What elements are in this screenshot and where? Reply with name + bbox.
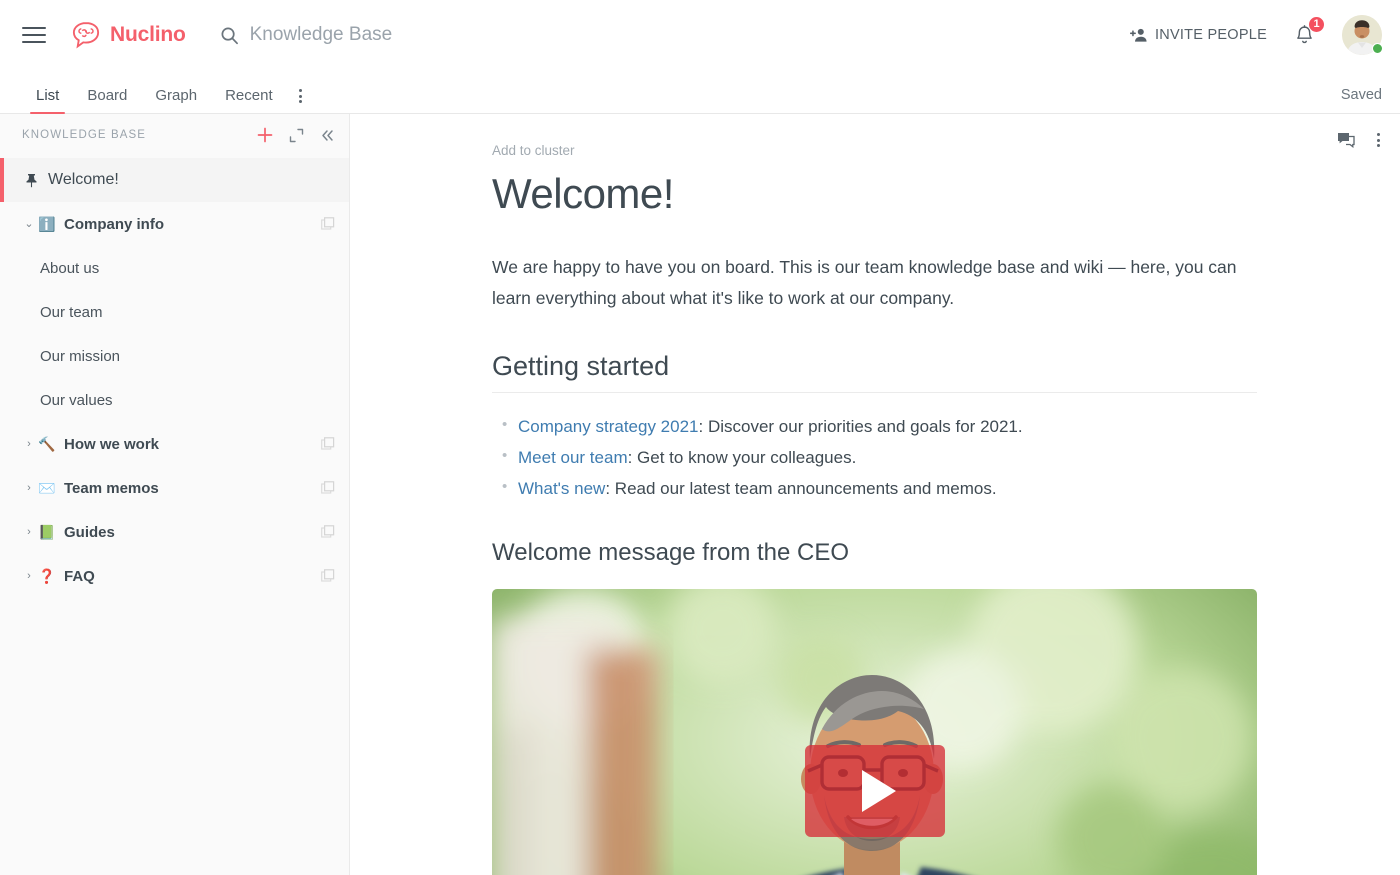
search-icon xyxy=(220,26,239,45)
chevron-right-icon[interactable]: › xyxy=(22,570,36,582)
intro-paragraph[interactable]: We are happy to have you on board. This … xyxy=(492,252,1237,314)
more-vertical-icon[interactable] xyxy=(1377,133,1380,147)
document-content: Add to cluster Welcome! We are happy to … xyxy=(350,114,1257,875)
sidebar-item-list: Welcome! ⌄ ℹ️ Company info About us Our … xyxy=(0,156,349,598)
sidebar-item-label: How we work xyxy=(64,435,160,453)
hammer-emoji-icon: 🔨 xyxy=(38,436,56,452)
sidebar-item-company-info[interactable]: ⌄ ℹ️ Company info xyxy=(0,202,349,246)
ceo-welcome-video[interactable] xyxy=(492,588,1257,875)
youtube-play-button[interactable] xyxy=(804,744,945,837)
plus-icon[interactable] xyxy=(257,127,273,143)
list-item[interactable]: Meet our team: Get to know your colleagu… xyxy=(492,442,1255,473)
chevron-down-icon[interactable]: ⌄ xyxy=(22,218,36,230)
avatar[interactable] xyxy=(1342,15,1383,55)
envelope-emoji-icon: ✉️ xyxy=(38,480,56,496)
sidebar-item-team-memos[interactable]: › ✉️ Team memos xyxy=(0,466,349,510)
expand-icon[interactable] xyxy=(289,128,304,143)
info-emoji-icon: ℹ️ xyxy=(38,216,56,232)
more-dots xyxy=(1377,133,1380,147)
play-triangle-icon xyxy=(861,769,896,812)
sidebar-item-label: Company info xyxy=(64,215,164,233)
sidebar-actions xyxy=(257,127,335,143)
invite-people-button[interactable]: INVITE PEOPLE xyxy=(1129,27,1267,43)
section-heading-getting-started[interactable]: Getting started xyxy=(492,351,1257,393)
more-vertical-icon[interactable] xyxy=(287,89,314,113)
sidebar-item-label: Welcome! xyxy=(48,171,119,188)
page-title[interactable]: Welcome! xyxy=(492,170,1255,218)
hamburger-menu-icon[interactable] xyxy=(22,22,48,48)
list-item-text: : Discover our priorities and goals for … xyxy=(698,416,1023,436)
notification-badge: 1 xyxy=(1308,15,1325,33)
chevron-right-icon[interactable]: › xyxy=(22,482,36,494)
sidebar-item-our-values[interactable]: Our values xyxy=(0,378,349,422)
list-item[interactable]: Company strategy 2021: Discover our prio… xyxy=(492,411,1255,442)
pushpin-icon xyxy=(22,173,40,188)
comment-icon[interactable] xyxy=(1337,132,1355,148)
duplicate-pages-icon[interactable] xyxy=(321,217,335,231)
duplicate-pages-icon[interactable] xyxy=(321,569,335,583)
sidebar-item-our-team[interactable]: Our team xyxy=(0,290,349,334)
add-to-cluster-button[interactable]: Add to cluster xyxy=(492,143,575,158)
sidebar-item-faq[interactable]: › ❓ FAQ xyxy=(0,554,349,598)
document-area: Add to cluster Welcome! We are happy to … xyxy=(350,114,1400,875)
more-dots xyxy=(298,89,302,103)
sidebar-item-welcome[interactable]: Welcome! xyxy=(0,158,349,202)
green-book-emoji-icon: 📗 xyxy=(38,524,56,540)
save-status: Saved xyxy=(1340,87,1382,103)
chevron-right-icon[interactable]: › xyxy=(22,526,36,538)
sidebar-item-label: FAQ xyxy=(64,567,95,585)
tab-recent[interactable]: Recent xyxy=(211,88,287,113)
list-item-text: : Get to know your colleagues. xyxy=(627,448,857,468)
search-input[interactable]: Knowledge Base xyxy=(220,24,393,46)
sidebar-item-label: Our mission xyxy=(40,347,121,365)
invite-people-label: INVITE PEOPLE xyxy=(1154,27,1267,43)
top-bar-right: INVITE PEOPLE 1 xyxy=(1129,15,1383,55)
sidebar-item-label: Our values xyxy=(40,391,113,409)
sidebar-item-our-mission[interactable]: Our mission xyxy=(0,334,349,378)
search-value: Knowledge Base xyxy=(249,24,393,45)
tab-graph[interactable]: Graph xyxy=(141,88,211,113)
sidebar-item-guides[interactable]: › 📗 Guides xyxy=(0,510,349,554)
sidebar-item-label: Team memos xyxy=(64,479,159,497)
list-item-text: : Read our latest team announcements and… xyxy=(605,479,997,499)
chevrons-left-icon[interactable] xyxy=(320,128,335,143)
brand-logo[interactable]: Nuclino xyxy=(70,21,186,49)
document-toolbar xyxy=(1337,132,1380,148)
notifications-button[interactable]: 1 xyxy=(1293,15,1325,48)
tab-list[interactable]: List xyxy=(22,88,73,114)
presence-indicator xyxy=(1372,43,1383,54)
sidebar-item-label: About us xyxy=(40,259,100,277)
chevron-right-icon[interactable]: › xyxy=(22,438,36,450)
brand-name: Nuclino xyxy=(110,23,186,46)
link-meet-our-team[interactable]: Meet our team xyxy=(518,448,628,467)
duplicate-pages-icon[interactable] xyxy=(321,437,335,451)
view-tabs: List Board Graph Recent xyxy=(22,88,314,114)
nuclino-brain-logo-icon xyxy=(70,21,102,49)
list-item[interactable]: What's new: Read our latest team announc… xyxy=(492,473,1255,504)
tab-board[interactable]: Board xyxy=(73,88,141,113)
add-person-icon xyxy=(1129,27,1148,43)
app-body: KNOWLEDGE BASE Welcome! ⌄ ℹ️ Company inf… xyxy=(0,114,1400,875)
view-tab-bar: List Board Graph Recent Saved xyxy=(0,70,1400,114)
sidebar: KNOWLEDGE BASE Welcome! ⌄ ℹ️ Company inf… xyxy=(0,114,350,875)
getting-started-list: Company strategy 2021: Discover our prio… xyxy=(492,411,1255,505)
sidebar-item-label: Guides xyxy=(64,523,115,541)
section-heading-ceo-message[interactable]: Welcome message from the CEO xyxy=(492,539,1255,567)
link-company-strategy[interactable]: Company strategy 2021 xyxy=(518,417,699,436)
sidebar-item-how-we-work[interactable]: › 🔨 How we work xyxy=(0,422,349,466)
duplicate-pages-icon[interactable] xyxy=(321,481,335,495)
question-mark-emoji-icon: ❓ xyxy=(38,568,56,584)
link-whats-new[interactable]: What's new xyxy=(518,479,605,498)
sidebar-item-about-us[interactable]: About us xyxy=(0,246,349,290)
sidebar-header: KNOWLEDGE BASE xyxy=(0,114,349,156)
duplicate-pages-icon[interactable] xyxy=(321,525,335,539)
sidebar-item-label: Our team xyxy=(40,303,103,321)
top-bar: Nuclino Knowledge Base INVITE PEOPLE 1 xyxy=(0,0,1400,70)
sidebar-title: KNOWLEDGE BASE xyxy=(22,129,147,141)
